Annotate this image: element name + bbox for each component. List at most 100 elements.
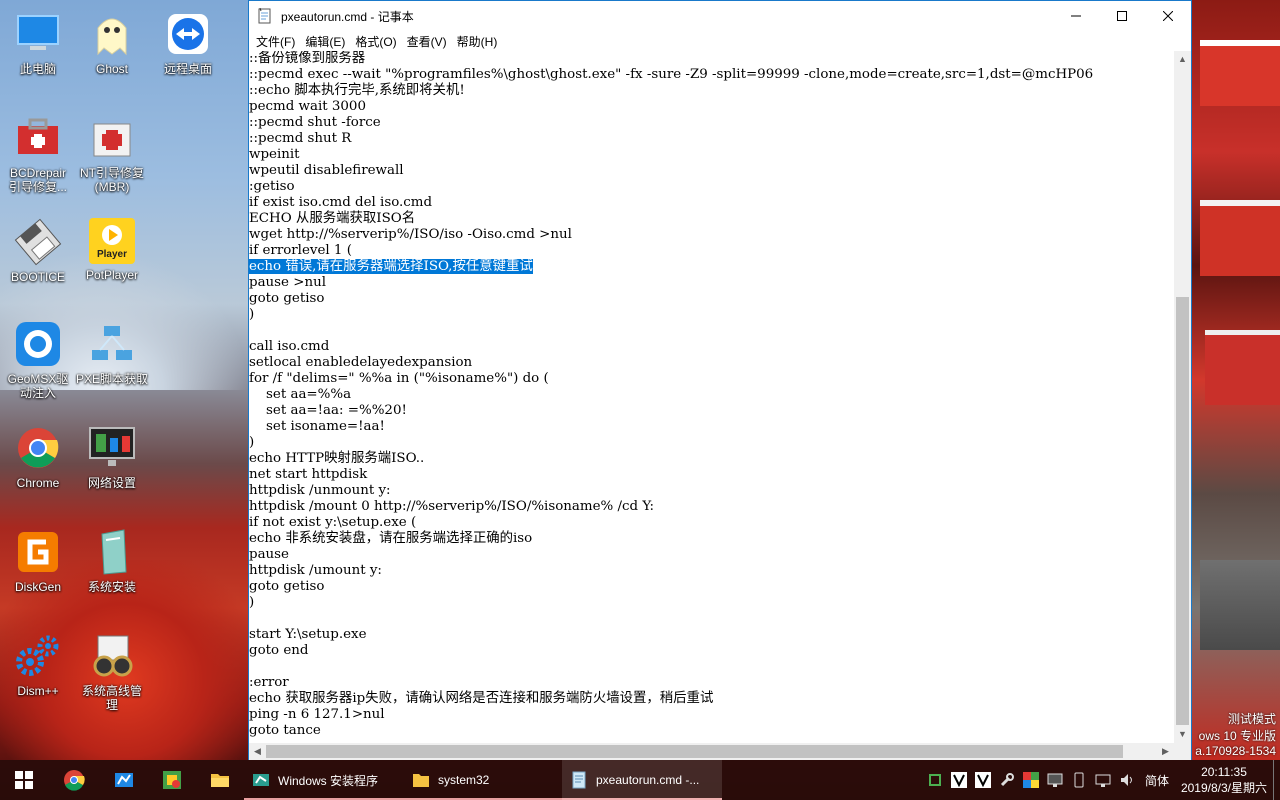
taskbar-task-notepad[interactable]: pxeautorun.cmd -... [562, 760, 722, 800]
desktop-icon-this-pc[interactable]: 此电脑 [0, 10, 76, 76]
potplayer-icon: Player [89, 218, 135, 264]
watermark-line: a.170928-1534 [1195, 744, 1276, 758]
menu-format[interactable]: 格式(O) [350, 33, 401, 50]
notepad-icon [572, 771, 586, 789]
taskbar-file-explorer[interactable] [196, 760, 244, 800]
scroll-up-arrow-icon[interactable]: ▲ [1174, 51, 1191, 68]
start-button[interactable] [0, 760, 48, 800]
scroll-right-arrow-icon[interactable]: ▶ [1157, 743, 1174, 760]
chrome-icon [64, 770, 85, 791]
desktop-icon-label: Ghost [95, 62, 128, 76]
menu-help[interactable]: 帮助(H) [452, 33, 503, 50]
vertical-scroll-thumb[interactable] [1176, 297, 1189, 725]
desktop-icon-label: PotPlayer [85, 268, 139, 282]
taskbar-chrome[interactable] [48, 760, 100, 800]
text-content: ::备份镜像到服务器 ::pecmd exec --wait "%program… [249, 51, 1094, 258]
minimize-icon [1071, 15, 1081, 17]
tray-icon-color[interactable] [1019, 760, 1043, 800]
tray-icon-device[interactable] [1067, 760, 1091, 800]
desktop-icon-label: GeoMSX驱 动注入 [7, 372, 69, 400]
show-desktop-button[interactable] [1273, 760, 1280, 800]
network-icon [88, 320, 136, 368]
horizontal-scrollbar[interactable]: ◀ ▶ [249, 743, 1174, 760]
tray-icon-volume[interactable] [1115, 760, 1139, 800]
desktop-icon-label: 此电脑 [19, 62, 56, 76]
network-tool-icon [115, 773, 133, 787]
taskbar-app-tool[interactable] [148, 760, 196, 800]
text-editor[interactable]: ::备份镜像到服务器 ::pecmd exec --wait "%program… [249, 51, 1174, 743]
usb-device-icon [1074, 772, 1084, 788]
status-square-icon [928, 774, 941, 786]
minimize-button[interactable] [1053, 1, 1099, 31]
clock-date: 2019/8/3/星期六 [1180, 781, 1267, 795]
ime-indicator[interactable]: 简体 [1139, 760, 1175, 800]
close-icon [1163, 11, 1173, 21]
monitor-icon [14, 10, 62, 58]
v-badge-icon [974, 772, 991, 788]
tray-icon-tools[interactable] [995, 760, 1019, 800]
horizontal-scroll-thumb[interactable] [266, 745, 1123, 758]
tray-icon-v1[interactable] [947, 760, 971, 800]
notepad-window: pxeautorun.cmd - 记事本 文件(F) 编辑(E) 格式(O) 查… [248, 0, 1192, 760]
binoculars-icon [88, 632, 136, 680]
tray-icon-display[interactable] [1043, 760, 1067, 800]
desktop-icon-ghost[interactable]: Ghost [74, 10, 150, 76]
diskgenius-icon [14, 528, 62, 576]
clock[interactable]: 20:11:35 2019/8/3/星期六 [1175, 764, 1273, 796]
desktop-icon-label: 系统高线管 理 [81, 684, 142, 712]
desktop-icon-label: Dism++ [17, 684, 59, 698]
task-label: Windows 安装程序 [278, 773, 379, 788]
desktop-icon-nt-repair[interactable]: NT引导修复 (MBR) [74, 114, 150, 194]
window-title: pxeautorun.cmd - 记事本 [281, 9, 414, 24]
first-aid-kit-icon [88, 114, 136, 162]
desktop-icon-geomsx[interactable]: GeoMSX驱 动注入 [0, 320, 76, 400]
notepad-icon [258, 8, 271, 24]
taskbar: Windows 安装程序 system32 pxeautorun.cmd -..… [0, 760, 1280, 800]
tray-icon-green-square[interactable] [923, 760, 947, 800]
task-label: system32 [438, 773, 490, 787]
task-label: pxeautorun.cmd -... [596, 773, 700, 787]
desktop-icon-potplayer[interactable]: Player PotPlayer [74, 218, 150, 282]
watermark-line: ows 10 专业版 [1198, 729, 1276, 743]
desktop-icon-bootice[interactable]: BOOTICE [0, 218, 76, 284]
menu-bar: 文件(F) 编辑(E) 格式(O) 查看(V) 帮助(H) [249, 31, 1191, 51]
gears-icon [14, 632, 62, 680]
network-monitor-icon [88, 424, 136, 472]
maximize-button[interactable] [1099, 1, 1145, 31]
desktop-icon-remote-desktop[interactable]: 远程桌面 [150, 10, 226, 76]
title-bar[interactable]: pxeautorun.cmd - 记事本 [249, 1, 1191, 31]
desktop-icon-offline-manager[interactable]: 系统高线管 理 [74, 632, 150, 712]
desktop-icon-diskgen[interactable]: DiskGen [0, 528, 76, 594]
desktop-icon-dism[interactable]: Dism++ [0, 632, 76, 698]
close-button[interactable] [1145, 1, 1191, 31]
ime-label: 简体 [1144, 773, 1169, 788]
menu-file[interactable]: 文件(F) [251, 33, 300, 50]
desktop-icon-label: 网络设置 [87, 476, 136, 490]
v-badge-icon [950, 772, 967, 788]
scroll-down-arrow-icon[interactable]: ▼ [1174, 726, 1191, 743]
display-icon [1047, 773, 1063, 787]
tray-icon-v2[interactable] [971, 760, 995, 800]
scroll-left-arrow-icon[interactable]: ◀ [249, 743, 266, 760]
desktop-icon-pxe-script[interactable]: PXE脚本获取 [74, 320, 150, 386]
tray-icon-network[interactable] [1091, 760, 1115, 800]
maximize-icon [1117, 11, 1127, 21]
taskbar-network-tool[interactable] [100, 760, 148, 800]
desktop-icon-label: NT引导修复 (MBR) [80, 166, 144, 194]
speaker-icon [1120, 774, 1132, 786]
desktop-icon-chrome[interactable]: Chrome [0, 424, 76, 490]
desktop-icon-bcdrepair[interactable]: BCDrepair 引导修复... [0, 114, 76, 194]
app-tool-icon [163, 771, 181, 789]
taskbar-task-system32[interactable]: system32 [404, 760, 562, 800]
taskbar-task-windows-setup[interactable]: Windows 安装程序 [244, 760, 404, 800]
gear-badge-icon [14, 320, 62, 368]
desktop-icon-system-install[interactable]: 系统安装 [74, 528, 150, 594]
desktop-icon-label: BOOTICE [10, 270, 65, 284]
vertical-scrollbar[interactable]: ▲ ▼ [1174, 51, 1191, 743]
menu-edit[interactable]: 编辑(E) [300, 33, 350, 50]
menu-view[interactable]: 查看(V) [402, 33, 452, 50]
potplayer-badge: Player [96, 249, 128, 260]
desktop-icon-network-settings[interactable]: 网络设置 [74, 424, 150, 490]
network-status-icon [1095, 774, 1111, 787]
toolbox-icon [14, 114, 62, 162]
